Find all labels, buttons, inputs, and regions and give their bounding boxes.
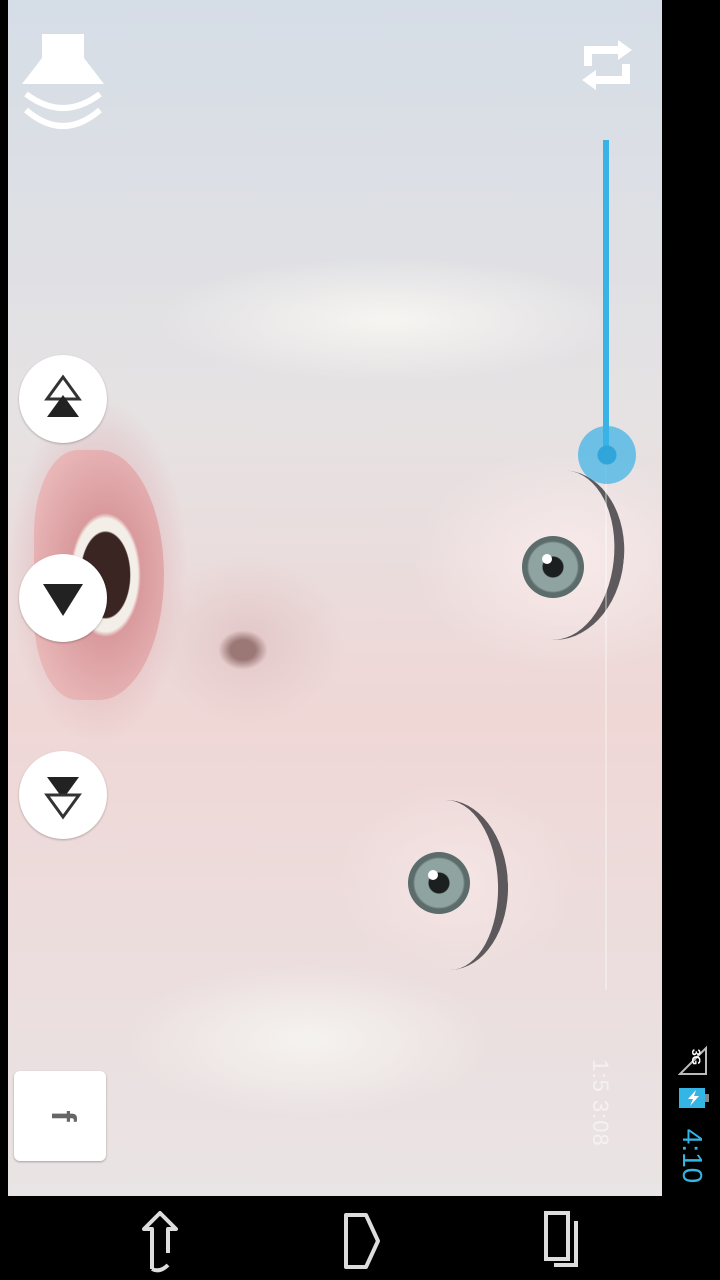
video-eye — [408, 852, 470, 914]
repeat-icon[interactable] — [578, 36, 636, 94]
video-eye — [522, 536, 584, 598]
home-icon — [344, 1213, 380, 1269]
recents-button[interactable] — [532, 1206, 592, 1276]
facebook-label: f — [44, 1110, 82, 1122]
status-time: 4:10 — [677, 1128, 708, 1184]
next-icon — [44, 777, 82, 820]
network-type: 3G — [689, 1048, 704, 1066]
back-button[interactable] — [130, 1206, 190, 1276]
back-icon — [142, 1211, 178, 1273]
facebook-share-button[interactable]: f — [14, 1071, 106, 1161]
previous-button[interactable] — [19, 355, 107, 443]
play-icon — [43, 584, 83, 616]
previous-icon — [44, 374, 82, 417]
recents-icon — [544, 1211, 578, 1267]
speaker-volume-icon[interactable] — [18, 30, 108, 140]
play-button[interactable] — [19, 554, 107, 642]
seek-bar-progress — [603, 140, 609, 455]
next-button[interactable] — [19, 751, 107, 839]
battery-charging-icon — [678, 1086, 710, 1110]
home-button[interactable] — [332, 1206, 392, 1276]
video-nose — [218, 630, 268, 670]
status-bar — [662, 0, 720, 1196]
facebook-icon: f — [44, 1110, 82, 1122]
playback-time: 1:5 3:08 — [588, 1059, 613, 1147]
seek-bar-thumb[interactable] — [578, 425, 636, 484]
